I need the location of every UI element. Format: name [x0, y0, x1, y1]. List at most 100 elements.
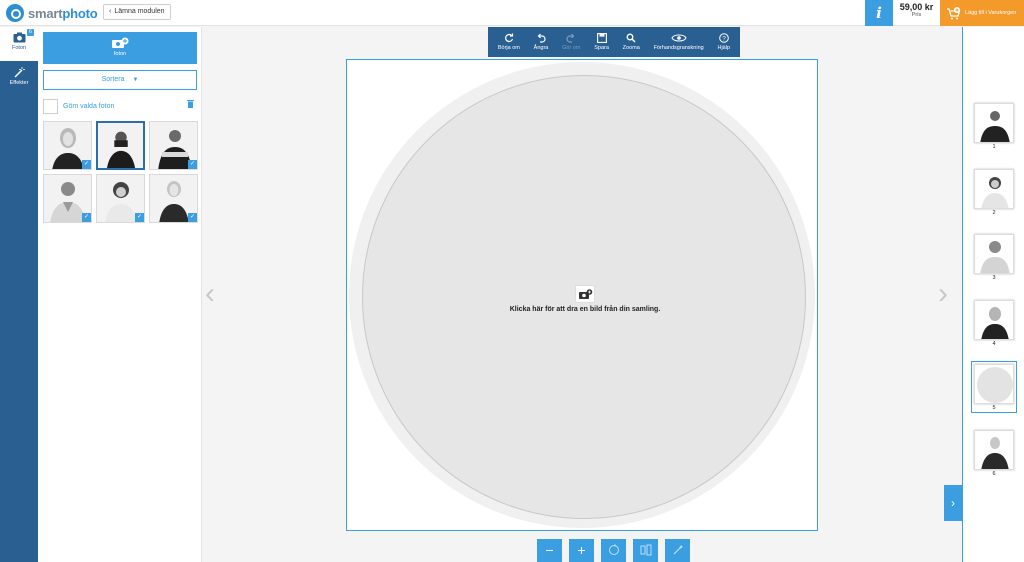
zoom-button[interactable]: Zooma [623, 33, 640, 51]
previous-page-arrow[interactable]: ‹ [205, 279, 225, 309]
drop-instruction: Klicka här för att dra en bild från din … [509, 306, 661, 313]
photo-thumb[interactable]: ✓ [96, 174, 145, 223]
save-button[interactable]: Spara [594, 33, 609, 51]
price-display: 59,00 kr Pris [893, 2, 940, 18]
save-icon [596, 33, 607, 43]
check-icon: ✓ [135, 213, 144, 222]
logo-icon [6, 4, 24, 22]
editor-toolbar: Börja om Ångra Gör om Spara Zooma Förhan… [488, 27, 740, 57]
redo-icon [566, 33, 575, 43]
check-icon: ✓ [82, 213, 91, 222]
photo-thumb[interactable]: ✓ [149, 121, 198, 170]
page-thumb[interactable]: 3 [973, 234, 1015, 281]
photo-grid: ✓ ✓ ✓ ✓ ✓ [43, 121, 199, 223]
toggle-pages-button[interactable]: › [944, 485, 962, 521]
plus-icon: + [577, 542, 586, 558]
save-label: Spara [594, 45, 609, 51]
next-page-arrow[interactable]: › [938, 279, 958, 309]
nav-item-effects-label: Effekter [9, 80, 29, 86]
page-strip: 1 2 3 4 5 6 [962, 27, 1024, 562]
zoom-icon [626, 33, 636, 43]
page-number: 5 [992, 405, 996, 411]
photo-thumb[interactable] [96, 121, 145, 170]
portrait-photo [107, 131, 136, 168]
sort-dropdown[interactable]: Sortera ▼ [43, 70, 197, 90]
flip-button[interactable] [633, 539, 658, 562]
info-icon: i [876, 4, 882, 22]
hide-selected-checkbox[interactable] [43, 98, 58, 114]
page-thumb[interactable]: 2 [973, 169, 1015, 216]
logo-prefix: smart [28, 5, 63, 21]
check-icon: ✓ [82, 160, 91, 169]
help-icon: ? [718, 33, 729, 43]
magic-wand-icon [14, 67, 25, 78]
check-icon: ✓ [188, 160, 197, 169]
rotate-icon [608, 544, 619, 555]
page-number: 3 [992, 275, 996, 281]
logo-suffix: photo [62, 5, 98, 21]
info-button[interactable]: i [865, 0, 893, 26]
page-preview [974, 103, 1014, 143]
hide-selected-row: Göm valda foton [43, 98, 197, 114]
preview-button[interactable]: Förhandsgranskning [654, 33, 704, 51]
chevron-right-icon: › [951, 496, 955, 510]
trash-icon[interactable] [187, 99, 194, 108]
check-icon: ✓ [188, 213, 197, 222]
smartphoto-logo[interactable]: smartphoto [6, 4, 98, 22]
rotate-button[interactable] [601, 539, 626, 562]
add-photos-label: foton [113, 51, 127, 57]
help-label: Hjälp [717, 45, 731, 51]
page-number: 4 [992, 341, 996, 347]
zoom-out-button[interactable]: − [537, 539, 562, 562]
add-photos-button[interactable]: foton [43, 32, 197, 64]
nav-item-photos-label: Foton [11, 45, 27, 51]
start-over-button[interactable]: Börja om [498, 33, 520, 51]
brush-icon [673, 545, 683, 555]
price-value: 59,00 kr [899, 2, 934, 12]
undo-icon [537, 33, 546, 43]
page-preview [974, 430, 1014, 470]
help-button[interactable]: ? Hjälp [717, 33, 730, 51]
caret-down-icon: ▼ [132, 77, 139, 83]
left-nav: Foton 6 Effekter [0, 27, 38, 562]
nav-item-photos[interactable]: Foton 6 [0, 27, 38, 61]
canvas-bleed-area: Klicka här för att dra en bild från din … [349, 62, 815, 528]
page-preview [974, 364, 1014, 404]
canvas-tools: − + [537, 539, 690, 562]
nav-item-effects[interactable]: Effekter [0, 61, 38, 95]
page-number: 2 [992, 210, 996, 216]
page-thumb[interactable]: 4 [973, 300, 1015, 347]
zoom-label: Zooma [622, 45, 640, 51]
clear-button[interactable] [665, 539, 690, 562]
photo-thumb[interactable]: ✓ [43, 174, 92, 223]
photo-thumb[interactable]: ✓ [43, 121, 92, 170]
minus-icon: − [545, 542, 554, 558]
hide-selected-label[interactable]: Göm valda foton [63, 103, 114, 110]
page-thumb[interactable]: 6 [973, 430, 1015, 477]
start-over-label: Börja om [497, 45, 520, 51]
page-preview [974, 300, 1014, 340]
redo-label: Gör om [562, 45, 581, 51]
add-photo-icon[interactable] [575, 285, 595, 303]
workspace: Börja om Ångra Gör om Spara Zooma Förhan… [203, 27, 962, 562]
page-number: 6 [992, 471, 996, 477]
photo-thumb[interactable]: ✓ [149, 174, 198, 223]
page-preview [974, 234, 1014, 274]
undo-button[interactable]: Ångra [533, 33, 549, 51]
eye-icon [671, 34, 687, 42]
zoom-in-button[interactable]: + [569, 539, 594, 562]
leave-module-label: Lämna modulen [114, 8, 165, 15]
svg-text:?: ? [722, 36, 726, 43]
leave-module-button[interactable]: ‹ Lämna modulen [103, 4, 171, 20]
flip-icon [640, 544, 651, 556]
redo-button[interactable]: Gör om [562, 33, 580, 51]
photo-drop-zone[interactable]: Klicka här för att dra en bild från din … [362, 75, 806, 519]
sort-label: Sortera [101, 76, 125, 83]
refresh-icon [504, 33, 513, 43]
page-thumb-active[interactable]: 5 [971, 361, 1017, 413]
price-label: Pris [911, 12, 922, 18]
add-to-cart-button[interactable]: Lägg till i Varukorgen [940, 0, 1024, 26]
page-thumb[interactable]: 1 [973, 103, 1015, 150]
page-number: 1 [992, 144, 996, 150]
undo-label: Ångra [533, 45, 549, 51]
